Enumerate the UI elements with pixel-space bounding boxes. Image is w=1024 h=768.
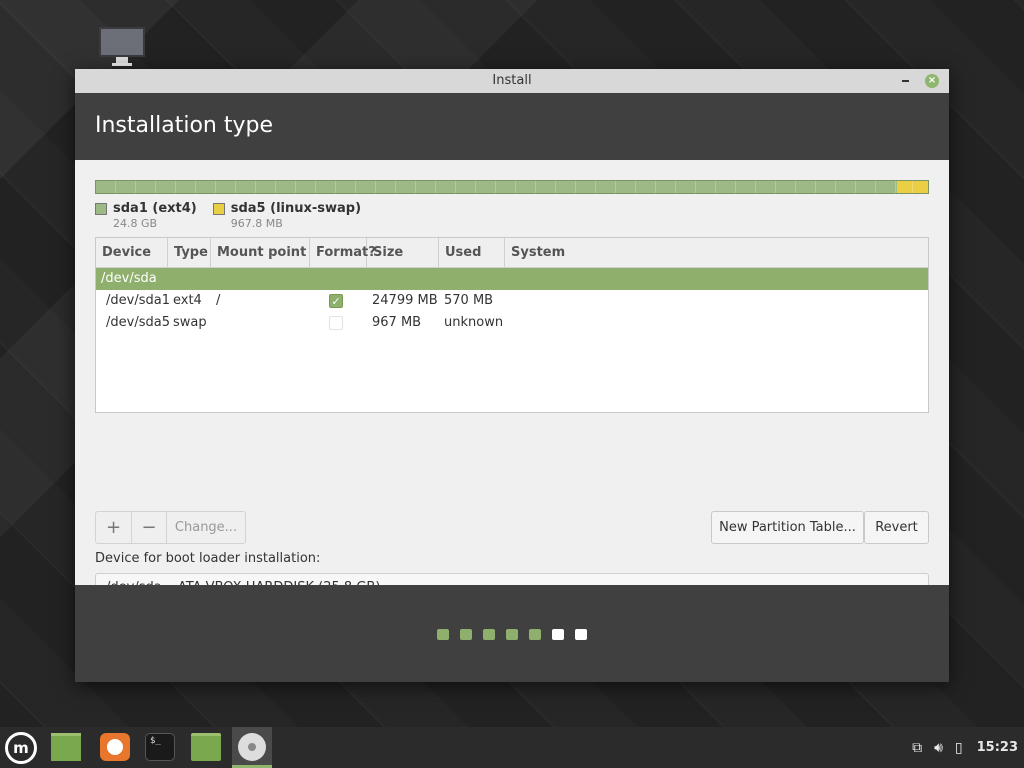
column-header-size[interactable]: Size — [367, 238, 439, 267]
add-partition-button[interactable]: + — [96, 512, 131, 543]
cell-type: swap — [173, 315, 207, 330]
system-tray: ⧉ 🔊︎ ▯ 15:23 — [912, 727, 1024, 768]
close-icon[interactable]: × — [925, 74, 939, 88]
column-header-used[interactable]: Used — [439, 238, 505, 267]
column-header-mount[interactable]: Mount point — [211, 238, 310, 267]
column-header-format[interactable]: Format? — [310, 238, 376, 267]
column-header-system[interactable]: System — [505, 238, 928, 267]
progress-dots — [437, 629, 587, 640]
partition-table: Device Type Mount point Format? Size Use… — [95, 237, 929, 413]
show-desktop-icon[interactable] — [51, 733, 81, 761]
battery-icon[interactable]: ▯ — [955, 740, 963, 756]
cell-size: 24799 MB — [372, 293, 438, 308]
legend-label: sda1 (ext4) — [113, 201, 197, 216]
cell-used: unknown — [444, 315, 504, 330]
page-title: Installation type — [75, 93, 949, 160]
title-bar: Install × — [75, 69, 949, 93]
table-header: Device Type Mount point Format? Size Use… — [96, 238, 928, 268]
window-title: Install — [492, 73, 532, 88]
partition-segment-sda1 — [96, 181, 897, 193]
revert-button[interactable]: Revert — [864, 511, 929, 544]
install-window: Install × Installation type sda1 (ext4) … — [75, 69, 949, 682]
files-icon[interactable] — [191, 733, 221, 761]
volume-icon[interactable]: 🔊︎ — [934, 740, 943, 756]
table-row[interactable]: /dev/sda1 ext4 / ✓ 24799 MB 570 MB — [96, 290, 928, 312]
cell-device: /dev/sda1 — [106, 293, 170, 308]
installer-task-button[interactable] — [232, 727, 272, 768]
partition-toolbar: + − Change... — [95, 511, 246, 544]
progress-step-dot — [506, 629, 518, 640]
format-checkbox[interactable] — [329, 316, 343, 330]
column-header-device[interactable]: Device — [96, 238, 168, 267]
ext4-swatch-icon — [95, 203, 107, 215]
minimize-icon[interactable] — [902, 80, 909, 82]
legend-size: 967.8 MB — [230, 217, 283, 230]
terminal-icon[interactable]: $_ — [145, 733, 175, 761]
partition-legend: sda1 (ext4) 24.8 GB sda5 (linux-swap) 96… — [95, 201, 361, 230]
cell-type: ext4 — [173, 293, 202, 308]
cell-device: /dev/sda5 — [106, 315, 170, 330]
mint-menu-icon[interactable]: m — [5, 732, 37, 764]
computer-icon[interactable] — [99, 27, 145, 67]
partition-segment-sda5 — [897, 181, 928, 193]
progress-footer — [75, 585, 949, 682]
swap-swatch-icon — [212, 203, 225, 215]
partition-bar — [95, 180, 929, 194]
bootloader-label: Device for boot loader installation: — [95, 551, 321, 566]
table-row[interactable]: /dev/sda5 swap 967 MB unknown — [96, 312, 928, 334]
legend-item: sda5 (linux-swap) 967.8 MB — [212, 201, 362, 230]
cell-format — [310, 312, 367, 334]
progress-step-dot — [460, 629, 472, 640]
new-partition-table-button[interactable]: New Partition Table... — [711, 511, 864, 544]
cell-mount: / — [216, 293, 221, 308]
change-partition-button[interactable]: Change... — [166, 512, 245, 543]
progress-step-dot — [483, 629, 495, 640]
legend-label: sda5 (linux-swap) — [230, 201, 362, 216]
remove-partition-button[interactable]: − — [131, 512, 166, 543]
cell-used: 570 MB — [444, 293, 494, 308]
progress-step-dot — [437, 629, 449, 640]
firefox-icon[interactable] — [100, 733, 130, 761]
network-icon[interactable]: ⧉ — [912, 740, 922, 756]
format-checkbox[interactable]: ✓ — [329, 294, 343, 308]
table-row-disk[interactable]: /dev/sda — [96, 268, 928, 290]
cell-size: 967 MB — [372, 315, 422, 330]
cell-format: ✓ — [310, 290, 367, 312]
progress-step-dot — [575, 629, 587, 640]
progress-step-dot — [552, 629, 564, 640]
legend-item: sda1 (ext4) 24.8 GB — [95, 201, 197, 230]
clock[interactable]: 15:23 — [977, 740, 1018, 755]
progress-step-dot — [529, 629, 541, 640]
cell-mount — [211, 312, 310, 334]
column-header-type[interactable]: Type — [168, 238, 211, 267]
disc-icon — [238, 733, 266, 761]
legend-size: 24.8 GB — [113, 217, 158, 230]
taskbar: m $_ ⧉ 🔊︎ ▯ 15:23 — [0, 727, 1024, 768]
